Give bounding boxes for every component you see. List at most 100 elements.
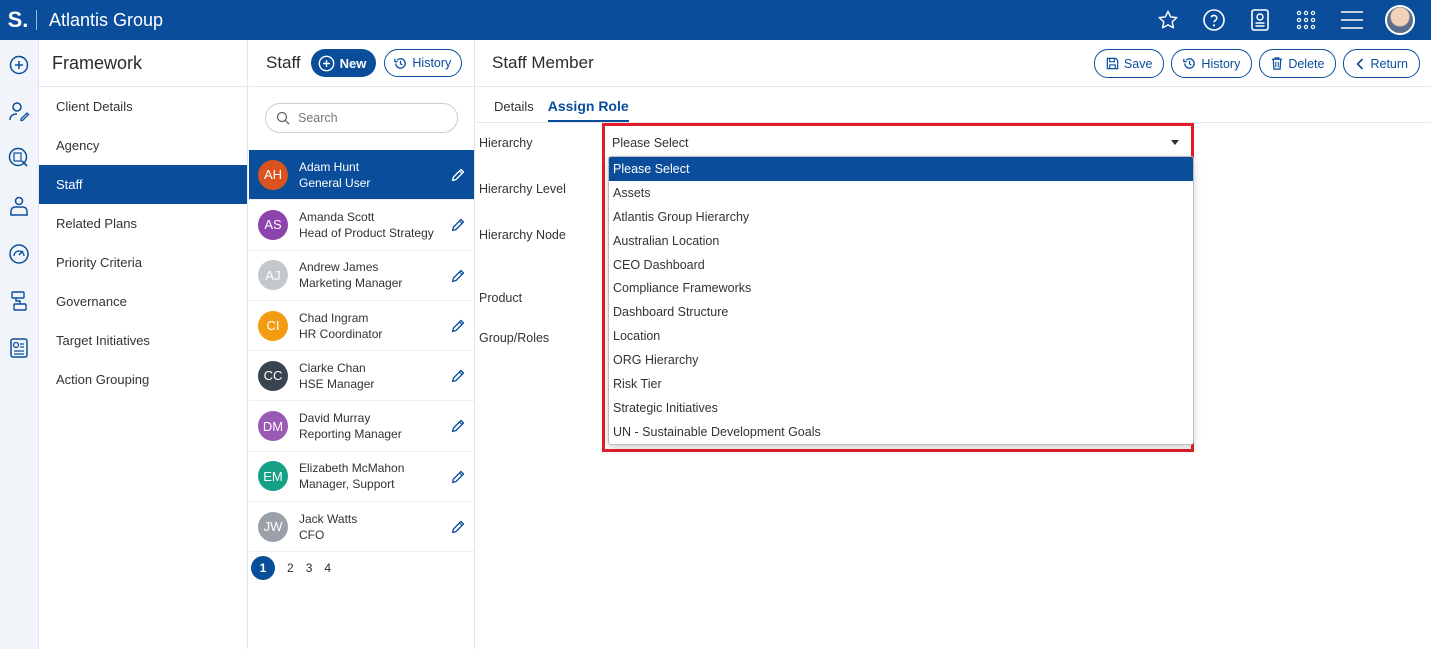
dropdown-option[interactable]: Please Select xyxy=(609,157,1193,181)
icon-rail xyxy=(0,40,39,649)
apps-grid-icon[interactable] xyxy=(1293,7,1319,33)
dropdown-option[interactable]: Compliance Frameworks xyxy=(609,276,1193,300)
history-icon xyxy=(394,57,407,69)
staff-history-button[interactable]: History xyxy=(384,49,463,77)
staff-avatar: AJ xyxy=(258,260,288,291)
framework-item-target-initiatives[interactable]: Target Initiatives xyxy=(39,321,247,360)
delete-button[interactable]: Delete xyxy=(1259,49,1337,78)
dropdown-option[interactable]: Risk Tier xyxy=(609,372,1193,396)
logo-divider xyxy=(36,10,37,30)
page-3-button[interactable]: 3 xyxy=(306,561,313,575)
framework-item-action-grouping[interactable]: Action Grouping xyxy=(39,360,247,399)
edit-pencil-icon[interactable] xyxy=(450,217,466,233)
dropdown-caret-icon xyxy=(1171,140,1179,145)
staff-info: Elizabeth McMahon Manager, Support xyxy=(299,460,404,492)
hierarchy-label: Hierarchy xyxy=(479,136,533,150)
edit-pencil-icon[interactable] xyxy=(450,469,466,485)
user-edit-icon[interactable] xyxy=(7,99,31,123)
edit-pencil-icon[interactable] xyxy=(450,418,466,434)
edit-pencil-icon[interactable] xyxy=(450,167,466,183)
staff-role: Head of Product Strategy xyxy=(299,225,434,240)
return-label: Return xyxy=(1370,56,1408,71)
staff-avatar: AS xyxy=(258,209,288,240)
edit-pencil-icon[interactable] xyxy=(450,318,466,334)
return-button[interactable]: Return xyxy=(1343,49,1420,78)
star-icon[interactable] xyxy=(1155,7,1181,33)
staff-row[interactable]: AH Adam Hunt General User xyxy=(249,150,474,201)
staff-avatar: CC xyxy=(258,360,288,391)
search-placeholder: Search xyxy=(298,111,338,125)
staff-row[interactable]: CI Chad Ingram HR Coordinator xyxy=(249,301,474,352)
dropdown-option[interactable]: Strategic Initiatives xyxy=(609,396,1193,420)
staff-info: Jack Watts CFO xyxy=(299,511,357,543)
app-logo[interactable]: S. xyxy=(0,0,36,40)
dropdown-option[interactable]: CEO Dashboard xyxy=(609,253,1193,277)
dropdown-option[interactable]: ORG Hierarchy xyxy=(609,348,1193,372)
framework-item-staff[interactable]: Staff xyxy=(39,165,247,204)
report-icon[interactable] xyxy=(1247,7,1273,33)
edit-pencil-icon[interactable] xyxy=(450,519,466,535)
save-button[interactable]: Save xyxy=(1093,49,1165,78)
staff-title: Staff xyxy=(266,53,301,72)
dropdown-option[interactable]: Dashboard Structure xyxy=(609,300,1193,324)
hierarchy-select-value: Please Select xyxy=(612,135,689,150)
framework-item-governance[interactable]: Governance xyxy=(39,282,247,321)
framework-item-client-details[interactable]: Client Details xyxy=(39,87,247,126)
staff-role: CFO xyxy=(299,527,325,542)
dropdown-option[interactable]: Assets xyxy=(609,181,1193,205)
staff-row[interactable]: JW Jack Watts CFO xyxy=(249,502,474,553)
product-label: Product xyxy=(479,291,523,305)
dropdown-option[interactable]: Location xyxy=(609,324,1193,348)
speedometer-icon[interactable] xyxy=(7,242,31,266)
staff-header: Staff New History xyxy=(249,40,474,87)
staff-member-panel: Staff Member Save History Delete Return … xyxy=(476,40,1431,649)
staff-avatar: AH xyxy=(258,159,288,190)
staff-list: AH Adam Hunt General User AS Amanda Scott Hea… xyxy=(249,150,474,553)
action-bar: Save History Delete Return xyxy=(1093,49,1420,78)
edit-pencil-icon[interactable] xyxy=(450,268,466,284)
group-roles-label: Group/Roles xyxy=(479,331,550,345)
staff-name: Chad Ingram xyxy=(299,310,369,325)
history-button[interactable]: History xyxy=(1171,49,1253,78)
new-staff-button[interactable]: New xyxy=(310,49,377,77)
top-icon-group xyxy=(1155,0,1415,40)
save-icon xyxy=(1106,57,1119,70)
staff-name: Elizabeth McMahon xyxy=(299,461,405,476)
history-icon xyxy=(1183,58,1196,69)
staff-row[interactable]: DM David Murray Reporting Manager xyxy=(249,401,474,452)
staff-row[interactable]: CC Clarke Chan HSE Manager xyxy=(249,351,474,402)
page-1-button[interactable]: 1 xyxy=(251,556,275,580)
framework-item-related-plans[interactable]: Related Plans xyxy=(39,204,247,243)
staff-row[interactable]: AS Amanda Scott Head of Product Strategy xyxy=(249,200,474,251)
dropdown-option[interactable]: UN - Sustainable Development Goals xyxy=(609,420,1193,444)
staff-name: Adam Hunt xyxy=(299,159,360,174)
pagination: 1234 xyxy=(251,556,331,580)
search-doc-icon[interactable] xyxy=(7,146,31,170)
edit-pencil-icon[interactable] xyxy=(450,368,466,384)
page-2-button[interactable]: 2 xyxy=(287,561,294,575)
hierarchy-select[interactable]: Please Select xyxy=(608,130,1193,155)
staff-row[interactable]: EM Elizabeth McMahon Manager, Support xyxy=(249,452,474,503)
tab-details[interactable]: Details xyxy=(494,99,534,122)
staff-avatar: DM xyxy=(258,411,288,442)
user-avatar[interactable] xyxy=(1385,5,1415,35)
menu-icon[interactable] xyxy=(1339,7,1365,33)
person-icon[interactable] xyxy=(7,194,31,218)
hierarchy-icon[interactable] xyxy=(7,289,31,313)
dropdown-option[interactable]: Atlantis Group Hierarchy xyxy=(609,205,1193,229)
staff-search-input[interactable]: Search xyxy=(265,103,458,133)
dropdown-option[interactable]: Australian Location xyxy=(609,229,1193,253)
add-circle-icon[interactable] xyxy=(7,53,31,77)
staff-row[interactable]: AJ Andrew James Marketing Manager xyxy=(249,251,474,301)
staff-history-label: History xyxy=(412,56,452,70)
staff-avatar: CI xyxy=(258,310,288,341)
chart-doc-icon[interactable] xyxy=(7,336,31,360)
trash-icon xyxy=(1272,57,1283,70)
page-4-button[interactable]: 4 xyxy=(324,561,331,575)
help-icon[interactable] xyxy=(1201,7,1227,33)
framework-nav: Client Details Agency Staff Related Plans Pr… xyxy=(39,87,247,399)
framework-item-agency[interactable]: Agency xyxy=(39,126,247,165)
tab-assign-role[interactable]: Assign Role xyxy=(547,98,629,122)
framework-item-priority-criteria[interactable]: Priority Criteria xyxy=(39,243,247,282)
staff-role: Manager, Support xyxy=(299,477,395,492)
